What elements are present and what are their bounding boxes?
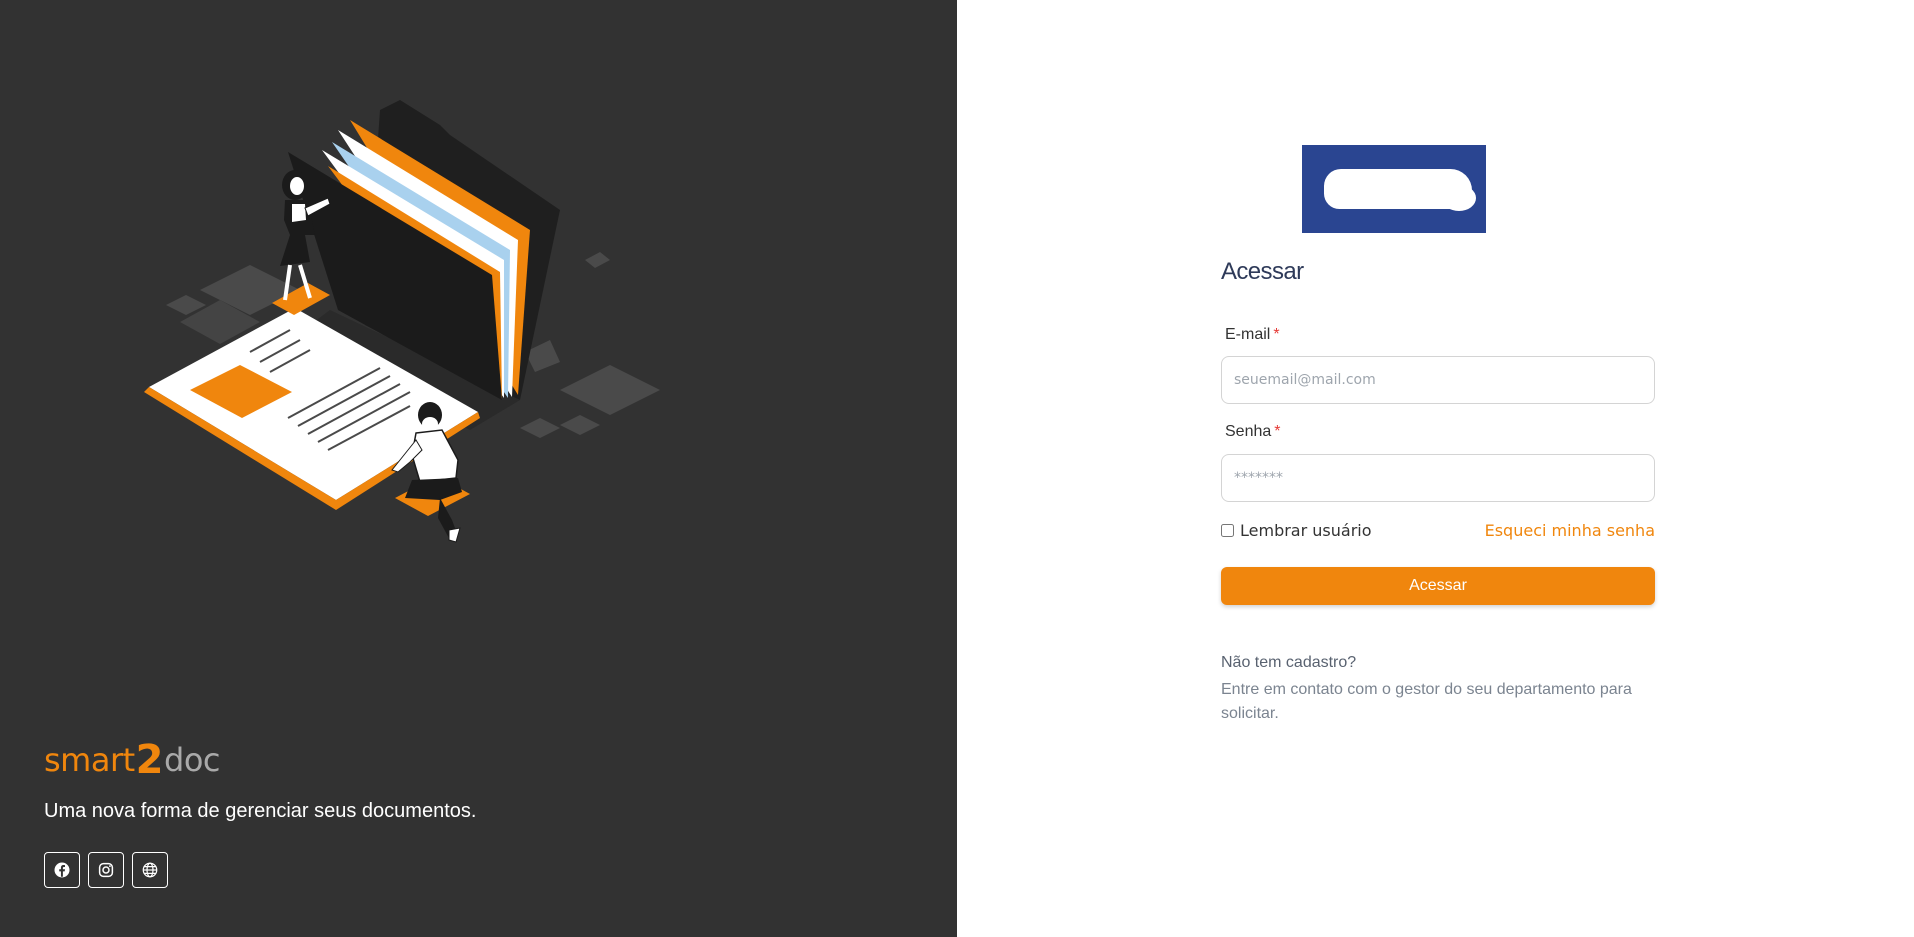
password-input[interactable] [1221,454,1655,502]
brand-part-smart: smart [44,741,135,779]
left-panel: smart 2 doc Uma nova forma de gerenciar se… [0,0,957,937]
brand-part-doc: doc [164,741,220,779]
social-links [44,852,168,888]
forgot-password-link[interactable]: Esqueci minha senha [1485,521,1655,540]
brand-part-2: 2 [135,737,164,783]
no-register-title: Não tem cadastro? [1221,654,1357,671]
email-label: E-mail * [1225,326,1280,344]
right-panel: Acessar E-mail* Senha* Lembrar usuário E… [957,0,1914,937]
email-required-mark: * [1273,326,1280,343]
remember-label: Lembrar usuário [1240,520,1372,540]
company-logo [1302,145,1486,233]
folder-illustration [144,100,660,543]
instagram-button[interactable] [88,852,124,888]
website-button[interactable] [132,852,168,888]
email-input[interactable] [1221,356,1655,404]
login-title: Acessar [1221,258,1304,285]
email-label-text: E-mail [1225,326,1271,343]
logo-redaction-tail [1442,185,1476,211]
facebook-button[interactable] [44,852,80,888]
password-required-mark: * [1274,423,1281,440]
login-button[interactable]: Acessar [1221,567,1655,605]
password-label: Senha * [1225,423,1281,441]
remember-user[interactable]: Lembrar usuário [1221,521,1372,540]
remember-row: Lembrar usuário Esqueci minha senha [1221,520,1655,540]
instagram-icon [98,862,114,878]
globe-icon [142,862,158,878]
facebook-icon [54,862,70,878]
brand-tagline: Uma nova forma de gerenciar seus documen… [44,800,477,822]
no-register-text: Entre em contato com o gestor do seu dep… [1221,681,1632,722]
password-label-text: Senha [1225,423,1272,440]
brand-logo: smart 2 doc [44,737,220,783]
remember-checkbox[interactable] [1221,523,1234,537]
